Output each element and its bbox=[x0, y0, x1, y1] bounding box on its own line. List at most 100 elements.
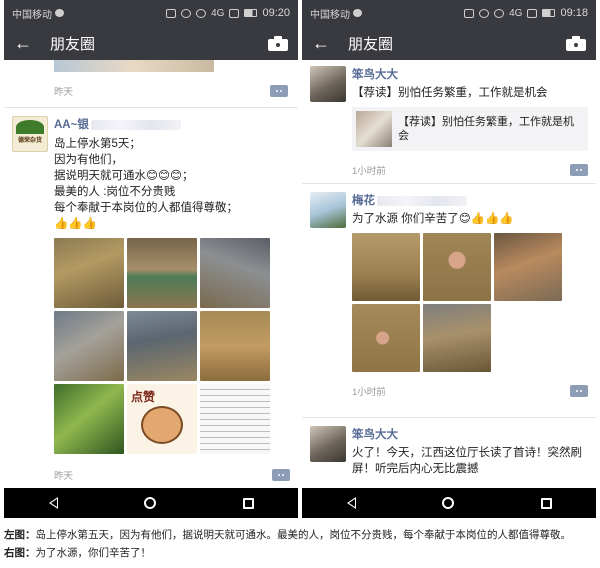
text-line: 👍👍👍 bbox=[54, 218, 97, 230]
battery-icon bbox=[244, 9, 258, 17]
sticker-text: 点赞 bbox=[131, 390, 156, 404]
comment-dots-icon[interactable] bbox=[272, 469, 290, 481]
post-time: 1小时前 bbox=[352, 166, 386, 177]
photo-thumb[interactable] bbox=[127, 238, 197, 308]
vibrate-icon bbox=[464, 8, 475, 18]
nav-recent-icon[interactable] bbox=[541, 497, 553, 509]
photo-thumb[interactable] bbox=[54, 311, 124, 381]
nav-back-icon[interactable] bbox=[48, 497, 58, 509]
image-caption: 左图：岛上停水第五天，因为有他们，据说明天就可通水。最美的人，岗位不分贵贱，每个… bbox=[4, 526, 596, 562]
post-time: 昨天 bbox=[54, 471, 74, 482]
network-label: 4G bbox=[211, 7, 225, 19]
caption-right: 右图：为了水源，你们辛苦了！ bbox=[4, 544, 596, 562]
blurred-name bbox=[377, 195, 467, 206]
nav-recent-icon[interactable] bbox=[243, 497, 255, 509]
page-title: 朋友圈 bbox=[348, 35, 394, 53]
wifi-icon bbox=[196, 8, 207, 18]
text-line: 岛上停水第5天； bbox=[54, 138, 141, 150]
photo-thumb[interactable] bbox=[54, 238, 124, 308]
chat-bubble-icon bbox=[55, 9, 64, 17]
signal-icon bbox=[229, 8, 240, 18]
photo-thumb[interactable] bbox=[200, 384, 270, 454]
right-phone-screenshot: 中国移动 4G 09:18 ← 朋友圈 笨鸟大大 【荐读】别怕任务繁重，工作就是… bbox=[302, 0, 596, 518]
moment-post: 笨鸟大大 【荐读】别怕任务繁重，工作就是机会 【荐读】别怕任务繁重，工作就是机会… bbox=[302, 60, 596, 184]
status-time: 09:18 bbox=[560, 7, 588, 19]
text-line: 据说明天就可通水😊😊😊； bbox=[54, 170, 194, 182]
photo-thumb[interactable] bbox=[423, 233, 491, 301]
vibrate-icon bbox=[166, 8, 177, 18]
moment-post: 梅花 为了水源 你们辛苦了😊👍👍👍 1小时前 bbox=[302, 184, 596, 418]
nav-bar: ← 朋友圈 bbox=[302, 26, 596, 60]
photo-thumb[interactable] bbox=[200, 238, 270, 308]
moment-post: 德荣杂货 AA~银 岛上停水第5天； 因为有他们， 据说明天就可通水😊😊😊； 最… bbox=[4, 108, 298, 488]
moment-post: 笨鸟大大 火了！今天，江西这位厅长读了首诗！突然刷屏！听完后内心无比震撼 bbox=[302, 418, 596, 488]
back-arrow-icon[interactable]: ← bbox=[14, 33, 42, 54]
author-name[interactable]: 笨鸟大大 bbox=[352, 426, 588, 442]
android-nav-bar bbox=[302, 488, 596, 518]
post-text: 【荐读】别怕任务繁重，工作就是机会 bbox=[352, 87, 548, 99]
camera-icon[interactable] bbox=[566, 35, 586, 51]
wifi-icon bbox=[494, 8, 505, 18]
comment-dots-icon[interactable] bbox=[270, 85, 288, 97]
sticker-thumb[interactable]: 点赞 bbox=[127, 384, 197, 454]
photo-thumb[interactable] bbox=[352, 233, 420, 301]
caption-left: 左图：岛上停水第五天，因为有他们，据说明天就可通水。最美的人，岗位不分贵贱，每个… bbox=[4, 526, 596, 544]
author-name[interactable]: AA~银 bbox=[54, 116, 290, 132]
camera-icon[interactable] bbox=[268, 35, 288, 51]
post-text: 为了水源 你们辛苦了😊👍👍👍 bbox=[352, 213, 514, 225]
photo-thumb[interactable] bbox=[494, 233, 562, 301]
caption-text: 岛上停水第五天，因为有他们，据说明天就可通水。最美的人，岗位不分贵贱，每个奉献于… bbox=[35, 529, 572, 541]
comment-dots-icon[interactable] bbox=[570, 164, 588, 176]
post-text: 火了！今天，江西这位厅长读了首诗！突然刷屏！听完后内心无比震撼 bbox=[352, 447, 582, 475]
photo-strip[interactable] bbox=[54, 60, 214, 72]
caption-text: 为了水源，你们辛苦了！ bbox=[35, 547, 152, 559]
avatar[interactable] bbox=[310, 66, 346, 102]
chat-bubble-icon bbox=[353, 9, 362, 17]
avatar[interactable] bbox=[310, 426, 346, 462]
photo-grid: 点赞 bbox=[54, 238, 290, 454]
author-name[interactable]: 梅花 bbox=[352, 192, 588, 208]
network-label: 4G bbox=[509, 7, 523, 19]
left-phone-screenshot: 中国移动 4G 09:20 ← 朋友圈 昨天 德荣杂货 AA~银 岛上停水第5天… bbox=[4, 0, 298, 518]
bear-sticker bbox=[141, 406, 183, 444]
photo-thumb[interactable] bbox=[54, 384, 124, 454]
post-text: 岛上停水第5天； 因为有他们， 据说明天就可通水😊😊😊； 最美的人 :岗位不分贵… bbox=[54, 136, 290, 232]
page-title: 朋友圈 bbox=[50, 35, 96, 53]
back-arrow-icon[interactable]: ← bbox=[312, 33, 340, 54]
blurred-name bbox=[90, 119, 181, 130]
alarm-icon bbox=[181, 8, 192, 18]
status-time: 09:20 bbox=[262, 7, 290, 19]
photo-thumb[interactable] bbox=[200, 311, 270, 381]
comment-dots-icon[interactable] bbox=[570, 385, 588, 397]
carrier-label: 中国移动 bbox=[12, 9, 52, 21]
post-time: 昨天 bbox=[54, 87, 74, 98]
post-time: 1小时前 bbox=[352, 387, 386, 398]
nav-home-icon[interactable] bbox=[441, 497, 454, 509]
avatar-text: 德荣杂货 bbox=[17, 138, 42, 144]
author-name[interactable]: 笨鸟大大 bbox=[352, 66, 588, 82]
status-bar: 中国移动 4G 09:20 bbox=[4, 0, 298, 26]
android-nav-bar bbox=[4, 488, 298, 518]
moments-feed[interactable]: 昨天 德荣杂货 AA~银 岛上停水第5天； 因为有他们， 据说明天就可通水😊😊😊… bbox=[4, 60, 298, 488]
article-thumbnail bbox=[356, 111, 392, 147]
carrier-label: 中国移动 bbox=[310, 9, 350, 21]
text-line: 每个奉献于本岗位的人都值得尊敬； bbox=[54, 202, 238, 214]
nav-back-icon[interactable] bbox=[346, 497, 356, 509]
nav-home-icon[interactable] bbox=[143, 497, 156, 509]
avatar[interactable]: 德荣杂货 bbox=[12, 116, 48, 152]
shared-article-card[interactable]: 【荐读】别怕任务繁重，工作就是机会 bbox=[352, 107, 588, 151]
signal-icon bbox=[527, 8, 538, 18]
photo-thumb[interactable] bbox=[352, 304, 420, 372]
avatar[interactable] bbox=[310, 192, 346, 228]
article-title: 【荐读】别怕任务繁重，工作就是机会 bbox=[398, 116, 574, 142]
text-line: 因为有他们， bbox=[54, 154, 123, 166]
nav-bar: ← 朋友圈 bbox=[4, 26, 298, 60]
status-bar: 中国移动 4G 09:18 bbox=[302, 0, 596, 26]
text-line: 最美的人 :岗位不分贵贱 bbox=[54, 186, 176, 198]
caption-label: 左图： bbox=[4, 529, 36, 541]
moments-feed[interactable]: 笨鸟大大 【荐读】别怕任务繁重，工作就是机会 【荐读】别怕任务繁重，工作就是机会… bbox=[302, 60, 596, 488]
caption-label: 右图： bbox=[4, 547, 36, 559]
photo-thumb[interactable] bbox=[127, 311, 197, 381]
photo-thumb[interactable] bbox=[423, 304, 491, 372]
alarm-icon bbox=[479, 8, 490, 18]
